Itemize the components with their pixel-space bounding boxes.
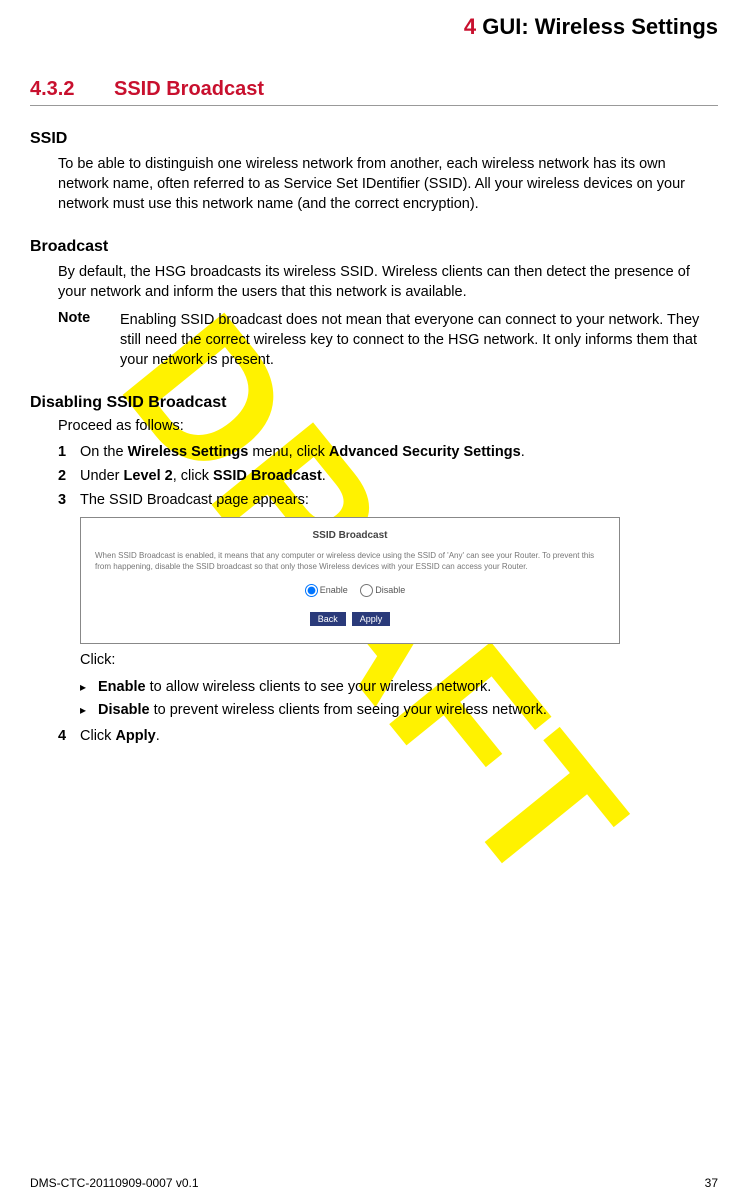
page-header: 4 GUI: Wireless Settings xyxy=(30,14,718,42)
footer-doc-id: DMS-CTC-20110909-0007 v0.1 xyxy=(30,1176,199,1190)
disable-block: Disabling SSID Broadcast Proceed as foll… xyxy=(30,394,718,748)
ssid-block: SSID To be able to distinguish one wirel… xyxy=(30,130,718,214)
radio-enable[interactable] xyxy=(305,584,318,597)
ssid-broadcast-dialog: SSID Broadcast When SSID Broadcast is en… xyxy=(80,517,620,644)
page-footer: DMS-CTC-20110909-0007 v0.1 37 xyxy=(30,1176,718,1190)
dialog-radio-group: Enable Disable xyxy=(95,584,605,598)
option-enable: Enable to allow wireless clients to see … xyxy=(80,676,718,699)
step-4: Click Apply. xyxy=(58,726,718,748)
step-1: On the Wireless Settings menu, click Adv… xyxy=(58,442,718,464)
section-heading: 4.3.2 SSID Broadcast xyxy=(30,78,718,106)
broadcast-note: Note Enabling SSID broadcast does not me… xyxy=(58,310,718,370)
footer-page-number: 37 xyxy=(705,1176,718,1190)
broadcast-heading: Broadcast xyxy=(30,238,718,256)
broadcast-block: Broadcast By default, the HSG broadcasts… xyxy=(30,238,718,370)
note-text: Enabling SSID broadcast does not mean th… xyxy=(120,310,718,370)
note-label: Note xyxy=(58,310,120,370)
dialog-description: When SSID Broadcast is enabled, it means… xyxy=(95,551,605,572)
dialog-title: SSID Broadcast xyxy=(95,528,605,543)
click-label: Click: xyxy=(80,650,718,672)
ssid-heading: SSID xyxy=(30,130,718,148)
radio-disable[interactable] xyxy=(360,584,373,597)
step-3: The SSID Broadcast page appears: SSID Br… xyxy=(58,490,718,723)
header-title-text: GUI: Wireless Settings xyxy=(482,14,718,39)
broadcast-body: By default, the HSG broadcasts its wirel… xyxy=(58,262,718,302)
apply-button[interactable]: Apply xyxy=(352,612,391,626)
option-disable: Disable to prevent wireless clients from… xyxy=(80,699,718,722)
section-title-text: SSID Broadcast xyxy=(114,78,264,101)
click-options: Enable to allow wireless clients to see … xyxy=(80,676,718,722)
radio-enable-label: Enable xyxy=(320,585,348,595)
radio-disable-label: Disable xyxy=(375,585,405,595)
section-number: 4.3.2 xyxy=(30,78,114,101)
disable-heading: Disabling SSID Broadcast xyxy=(30,394,718,412)
steps-list: On the Wireless Settings menu, click Adv… xyxy=(58,442,718,748)
ssid-body: To be able to distinguish one wireless n… xyxy=(58,154,718,214)
header-chapter-number: 4 xyxy=(464,14,476,39)
proceed-text: Proceed as follows: xyxy=(58,418,718,434)
back-button[interactable]: Back xyxy=(310,612,346,626)
step-2: Under Level 2, click SSID Broadcast. xyxy=(58,466,718,488)
